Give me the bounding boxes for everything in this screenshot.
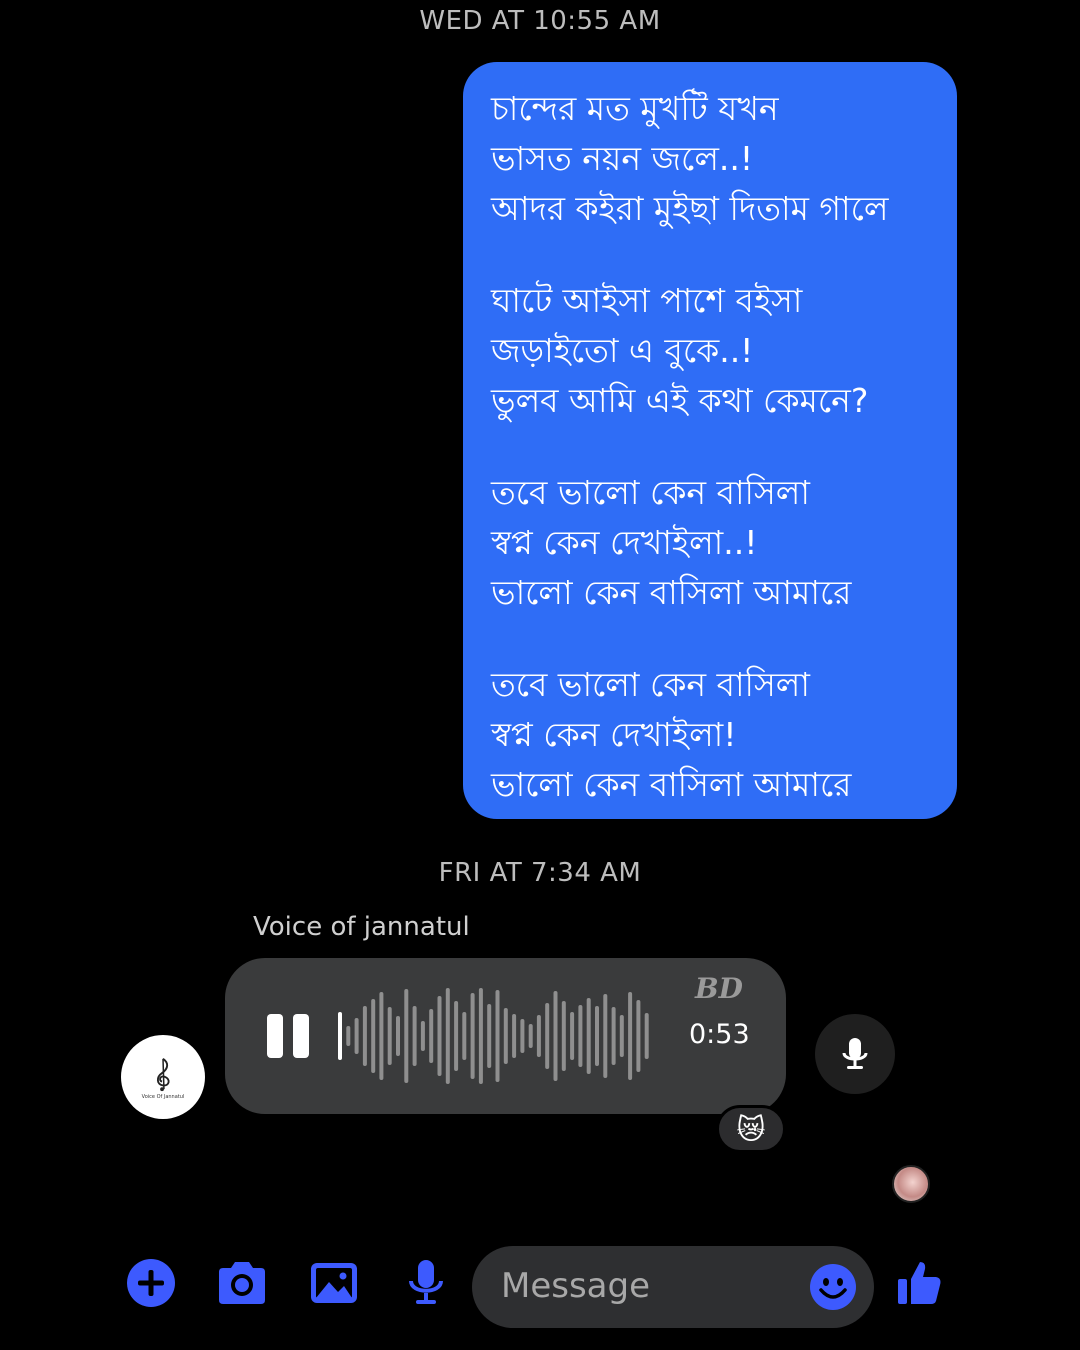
- waveform-bar: [420, 1021, 425, 1051]
- waveform-bar: [503, 1008, 508, 1064]
- waveform-bar: [478, 988, 483, 1084]
- waveform-bar: [338, 1012, 342, 1060]
- chat-screen: WED AT 10:55 AM চান্দের মত মুখটি যখন ভাস…: [0, 0, 1080, 1350]
- waveform-bar: [371, 999, 376, 1073]
- audio-waveform[interactable]: [337, 986, 652, 1086]
- waveform-bar: [603, 994, 608, 1078]
- emoji-icon[interactable]: [808, 1262, 858, 1312]
- lyric-line: চান্দের মত মুখটি যখন: [491, 89, 779, 128]
- sender-avatar[interactable]: Voice Of Jannatul: [121, 1035, 205, 1119]
- treble-clef-logo-icon: [156, 1057, 170, 1091]
- lyric-line: আদর কইরা মুইছা দিতাম গালে: [491, 189, 889, 228]
- message-input[interactable]: Message: [472, 1246, 874, 1328]
- waveform-bar: [561, 1001, 566, 1071]
- waveform-bar: [437, 996, 442, 1076]
- thumbs-up-icon: [898, 1262, 941, 1304]
- waveform-bar: [346, 1026, 351, 1046]
- waveform-bar: [628, 992, 633, 1080]
- lyric-line: জড়াইতো এ বুকে..!: [491, 331, 754, 370]
- waveform-bar: [462, 1012, 467, 1060]
- waveform-bar: [470, 993, 475, 1079]
- microphone-icon: [409, 1260, 443, 1304]
- lyric-line: স্বপ্ন কেন দেখাইলা!: [491, 715, 737, 754]
- waveform-bar: [578, 1005, 583, 1067]
- waveform-bar: [636, 1000, 641, 1072]
- lyric-line: তবে ভালো কেন বাসিলা: [491, 473, 810, 512]
- lyric-line: তবে ভালো কেন বাসিলা: [491, 665, 810, 704]
- gallery-icon: [311, 1263, 357, 1303]
- camera-icon: [219, 1262, 265, 1304]
- waveform-bar: [396, 1016, 400, 1056]
- waveform-bar: [520, 1019, 525, 1053]
- waveform-bar: [454, 1001, 459, 1071]
- waveform-bar: [354, 1018, 359, 1054]
- add-button[interactable]: [124, 1256, 178, 1310]
- lyric-line: ভাসত নয়ন জলে..!: [491, 139, 754, 178]
- microphone-icon: [842, 1038, 868, 1069]
- lyric-line: ভালো কেন বাসিলা আমারে: [491, 765, 852, 804]
- waveform-bar: [553, 991, 558, 1081]
- waveform-bar: [429, 1009, 434, 1063]
- message-placeholder: Message: [501, 1266, 651, 1306]
- waveform-bar: [362, 1006, 367, 1066]
- lyric-line: স্বপ্ন কেন দেখাইলা..!: [491, 523, 758, 562]
- avatar-caption: Voice Of Jannatul: [141, 1093, 185, 1100]
- voice-record-button[interactable]: [399, 1256, 453, 1310]
- lyric-line: ভালো কেন বাসিলা আমারে: [491, 573, 852, 612]
- lyric-line: ভুলব আমি এই কথা কেমনে?: [491, 381, 869, 420]
- waveform-bar: [387, 1007, 392, 1065]
- lyric-stanza: তবে ভালো কেন বাসিলা স্বপ্ন কেন দেখাইলা! …: [491, 660, 935, 810]
- voice-reply-button[interactable]: [815, 1014, 895, 1094]
- timestamp-fri: FRI AT 7:34 AM: [438, 858, 642, 888]
- waveform-bar: [545, 1003, 550, 1069]
- seen-receipt-avatar: [892, 1165, 930, 1203]
- waveform-bar: [528, 1024, 533, 1048]
- sender-name: Voice of jannatul: [253, 912, 470, 942]
- lyric-stanza: তবে ভালো কেন বাসিলা স্বপ্ন কেন দেখাইলা..…: [491, 468, 935, 618]
- waveform-bar: [570, 1012, 575, 1060]
- waveform-bar: [611, 1007, 616, 1065]
- lyric-line: ঘাটে আইসা পাশে বইসা: [491, 281, 803, 320]
- reaction-badge[interactable]: 😿: [716, 1105, 786, 1153]
- like-button[interactable]: [892, 1256, 946, 1310]
- pause-icon[interactable]: [267, 1014, 311, 1058]
- lyric-stanza: চান্দের মত মুখটি যখন ভাসত নয়ন জলে..! আদ…: [491, 84, 935, 234]
- waveform-bar: [412, 1006, 417, 1066]
- plus-icon: [127, 1259, 175, 1307]
- waveform-bar: [619, 1015, 624, 1057]
- waveform-bar: [487, 1004, 492, 1068]
- camera-button[interactable]: [215, 1256, 269, 1310]
- voice-message-bubble[interactable]: BD 0:53: [225, 958, 786, 1114]
- waveform-bar: [404, 989, 409, 1083]
- waveform-bar: [644, 1013, 649, 1059]
- waveform-bar: [379, 992, 384, 1080]
- sent-message-bubble[interactable]: চান্দের মত মুখটি যখন ভাসত নয়ন জলে..! আদ…: [463, 62, 957, 819]
- waveform-bar: [512, 1014, 517, 1058]
- waveform-bar: [586, 998, 591, 1074]
- timestamp-wed: WED AT 10:55 AM: [419, 6, 661, 36]
- lyric-stanza: ঘাটে আইসা পাশে বইসা জড়াইতো এ বুকে..! ভু…: [491, 276, 935, 426]
- voice-duration: 0:53: [689, 1019, 750, 1050]
- watermark-text: BD: [695, 972, 743, 1005]
- waveform-bar: [495, 990, 500, 1082]
- gallery-button[interactable]: [307, 1256, 361, 1310]
- waveform-bar: [536, 1015, 541, 1057]
- waveform-bar: [445, 988, 450, 1084]
- waveform-bar: [595, 1006, 599, 1066]
